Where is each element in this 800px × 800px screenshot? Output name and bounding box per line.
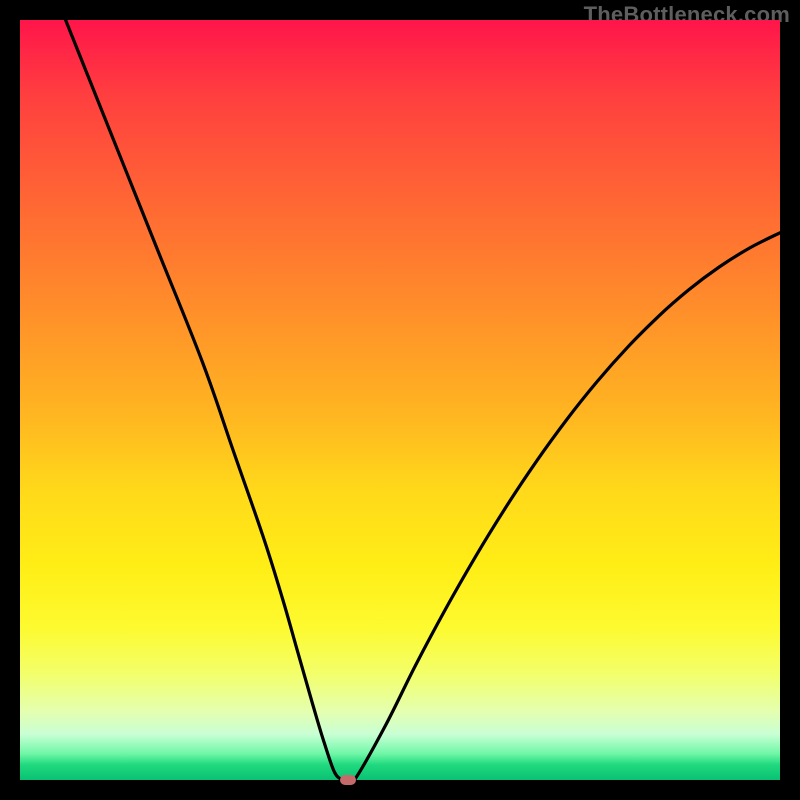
plot-area: [20, 20, 780, 780]
bottleneck-curve: [66, 20, 780, 784]
optimal-point-marker: [340, 775, 356, 785]
curve-svg: [20, 20, 780, 780]
chart-frame: TheBottleneck.com: [0, 0, 800, 800]
